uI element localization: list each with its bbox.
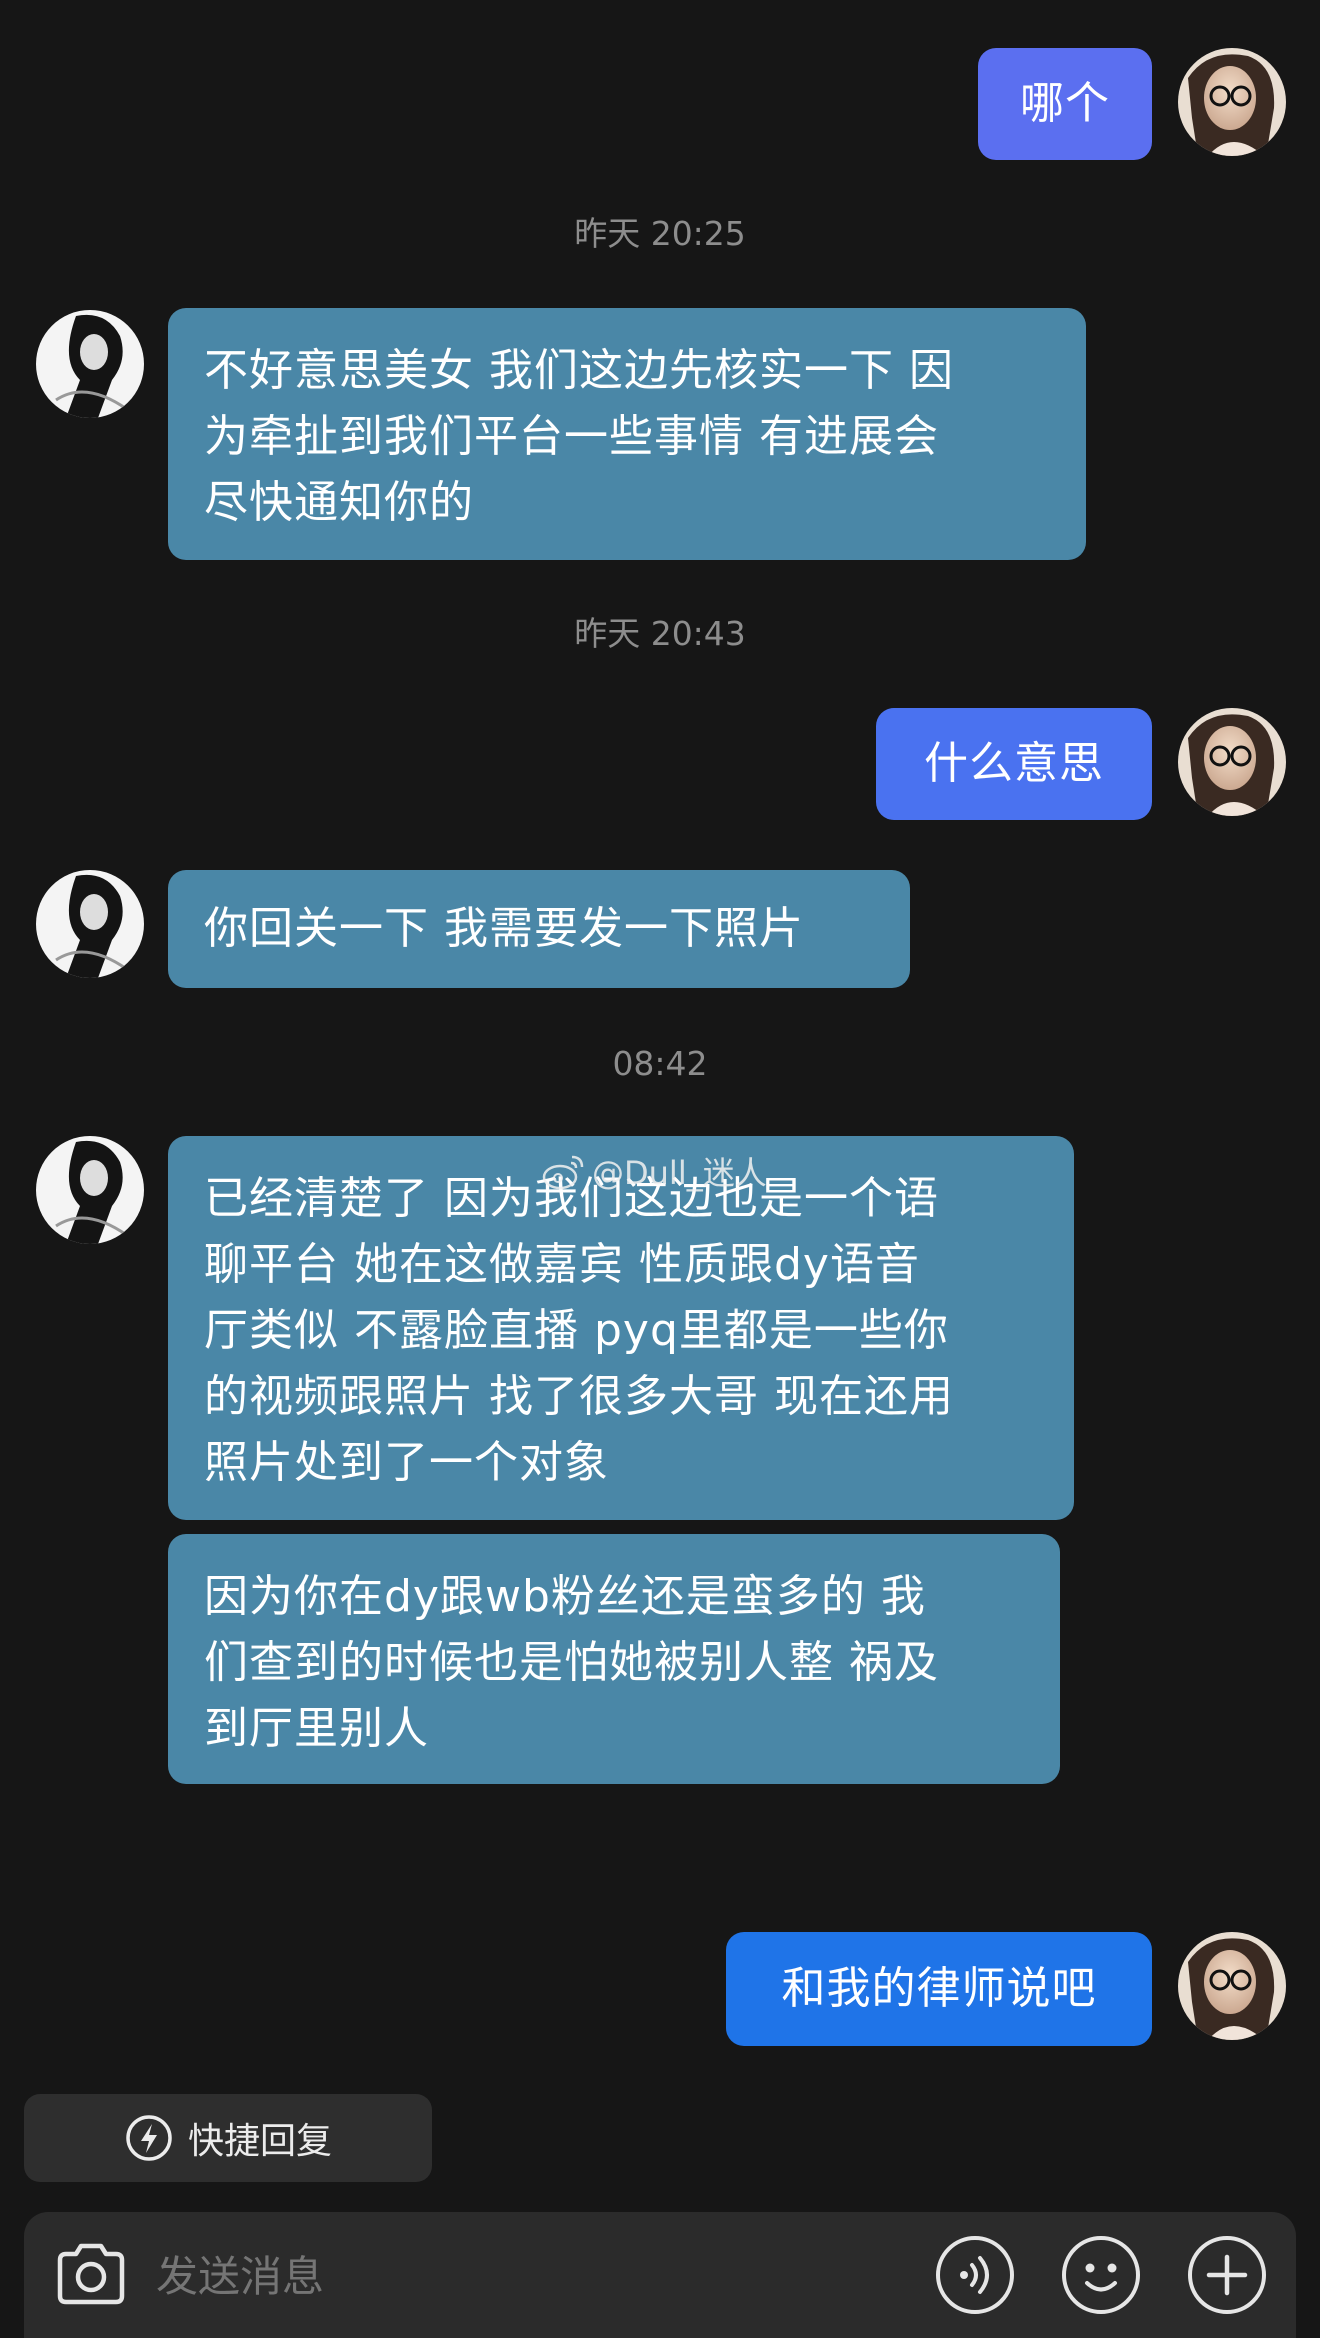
contact-avatar[interactable] [36,1136,144,1244]
message-line: 厅类似 不露脸直播 pyq里都是一些你 [204,1305,949,1356]
chat-area: 哪个 昨天 20:25 不好意思美女 我们这边先核实一下 因 为牵扯到我们平台一… [0,0,1320,2338]
message-line: 到厅里别人 [204,1703,429,1754]
message-line: 不好意思美女 我们这边先核实一下 因 [204,345,954,396]
message-input[interactable] [154,2236,938,2316]
incoming-message[interactable]: 已经清楚了 因为我们这边也是一个语 聊平台 她在这做嘉宾 性质跟dy语音 厅类似… [168,1136,1074,1520]
message-line: 尽快通知你的 [204,477,474,528]
message-line: 的视频跟照片 找了很多大哥 现在还用 [204,1371,954,1422]
user-avatar-image [1178,1932,1286,2040]
message-line: 因为你在dy跟wb粉丝还是蛮多的 我 [204,1571,926,1622]
message-text: 和我的律师说吧 [781,1963,1097,2014]
timestamp: 昨天 20:43 [574,614,746,653]
contact-avatar-image [36,310,144,418]
my-avatar[interactable] [1178,708,1286,816]
contact-avatar[interactable] [36,870,144,978]
contact-avatar[interactable] [36,310,144,418]
timestamp: 08:42 [612,1044,708,1083]
emoji-icon[interactable] [1060,2234,1142,2316]
outgoing-message[interactable]: 哪个 [978,48,1152,160]
message-line: 为牵扯到我们平台一些事情 有进展会 [204,411,939,462]
outgoing-message[interactable]: 和我的律师说吧 [726,1932,1152,2046]
contact-avatar-image [36,870,144,978]
plus-icon[interactable] [1186,2234,1268,2316]
quick-reply-button[interactable]: 快捷回复 [24,2094,432,2182]
quick-reply-label: 快捷回复 [187,2121,332,2162]
user-avatar-image [1178,48,1286,156]
message-line: 已经清楚了 因为我们这边也是一个语 [204,1173,939,1224]
camera-icon[interactable] [52,2236,130,2314]
message-text: 哪个 [1020,78,1110,129]
contact-avatar-image [36,1136,144,1244]
incoming-message[interactable]: 不好意思美女 我们这边先核实一下 因 为牵扯到我们平台一些事情 有进展会 尽快通… [168,308,1086,560]
message-text: 你回关一下 我需要发一下照片 [204,903,804,954]
voice-icon[interactable] [934,2234,1016,2316]
message-line: 照片处到了一个对象 [204,1437,609,1488]
message-text: 什么意思 [924,738,1104,789]
my-avatar[interactable] [1178,48,1286,156]
my-avatar[interactable] [1178,1932,1286,2040]
message-line: 聊平台 她在这做嘉宾 性质跟dy语音 [204,1239,920,1290]
timestamp: 昨天 20:25 [574,214,746,253]
outgoing-message[interactable]: 什么意思 [876,708,1152,820]
user-avatar-image [1178,708,1286,816]
message-line: 们查到的时候也是怕她被别人整 祸及 [204,1637,939,1688]
message-input-bar [24,2212,1296,2338]
incoming-message[interactable]: 因为你在dy跟wb粉丝还是蛮多的 我 们查到的时候也是怕她被别人整 祸及 到厅里… [168,1534,1060,1784]
incoming-message[interactable]: 你回关一下 我需要发一下照片 [168,870,910,988]
lightning-icon [126,2115,172,2161]
